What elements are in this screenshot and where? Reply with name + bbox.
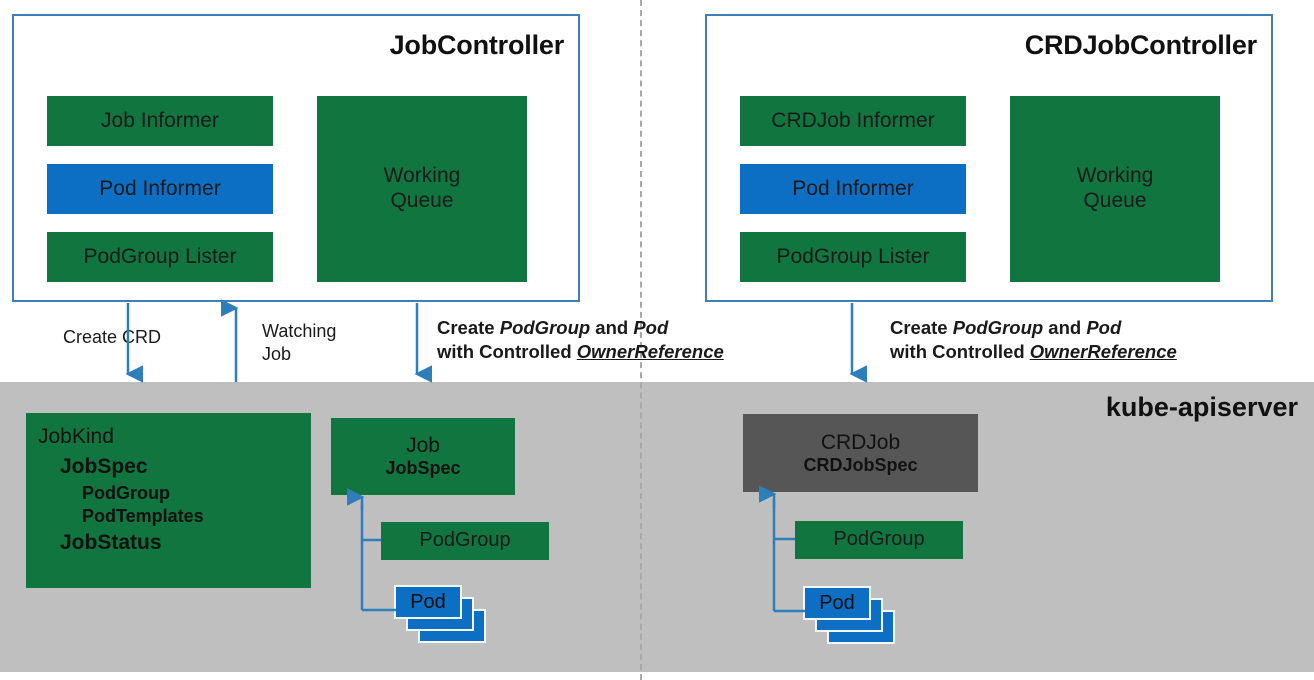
job-controller-title: JobController: [389, 30, 565, 60]
pod-card-front[interactable]: Pod: [394, 585, 462, 619]
crdjob-box[interactable]: CRDJob CRDJobSpec: [743, 414, 978, 492]
block-pod-informer[interactable]: Pod Informer: [47, 164, 273, 214]
label-line-2: with Controlled OwnerReference: [437, 340, 724, 362]
jobkind-podgroup: PodGroup: [82, 483, 170, 503]
block-working-queue[interactable]: Working Queue: [317, 96, 527, 282]
job-box[interactable]: Job JobSpec: [331, 418, 515, 495]
block-crdjob-informer[interactable]: CRDJob Informer: [740, 96, 966, 146]
crdjob-box-title: CRDJob: [820, 430, 901, 454]
jobkind-box[interactable]: JobKind JobSpec PodGroup PodTemplates Jo…: [26, 413, 311, 588]
label-line-1: Create PodGroup and Pod: [437, 317, 669, 338]
label-line-2-right: with Controlled OwnerReference: [890, 340, 1177, 362]
diagram-canvas: kube-apiserver JobController Job Informe…: [0, 0, 1314, 680]
pod-card-front-right[interactable]: Pod: [803, 586, 871, 620]
jobkind-podtemplates: PodTemplates: [82, 506, 204, 526]
crdjob-controller-title: CRDJobController: [1024, 30, 1258, 60]
block-podgroup-lister-right[interactable]: PodGroup Lister: [740, 232, 966, 282]
crdjob-box-subtitle: CRDJobSpec: [803, 454, 918, 475]
podgroup-box-right[interactable]: PodGroup: [795, 521, 963, 559]
block-pod-informer-right[interactable]: Pod Informer: [740, 164, 966, 214]
pod-stack-left: Pod: [394, 585, 494, 647]
arrow-label-watching-job: Watching Job: [262, 321, 337, 365]
podgroup-box-left[interactable]: PodGroup: [381, 522, 549, 560]
job-box-subtitle: JobSpec: [385, 458, 461, 478]
arrow-label-create-podgroup-pod-right: Create PodGroup and Pod with Controlled …: [890, 316, 1230, 363]
kube-apiserver-label: kube-apiserver: [1105, 392, 1298, 422]
pod-stack-right: Pod: [803, 586, 903, 648]
block-working-queue-right[interactable]: Working Queue: [1010, 96, 1220, 282]
crdjob-controller-panel: CRDJobController CRDJob Informer Pod Inf…: [705, 14, 1273, 302]
arrow-label-create-crd: Create CRD: [63, 327, 162, 347]
jobkind-jobstatus: JobStatus: [60, 531, 162, 554]
job-controller-panel: JobController Job Informer Pod Informer …: [12, 14, 580, 302]
label-line-1-right: Create PodGroup and Pod: [890, 317, 1122, 338]
block-podgroup-lister[interactable]: PodGroup Lister: [47, 232, 273, 282]
jobkind-head: JobKind: [38, 425, 114, 448]
jobkind-jobspec: JobSpec: [60, 455, 148, 478]
arrow-label-create-podgroup-pod-left: Create PodGroup and Pod with Controlled …: [437, 316, 767, 363]
job-box-title: Job: [406, 434, 440, 457]
block-job-informer[interactable]: Job Informer: [47, 96, 273, 146]
